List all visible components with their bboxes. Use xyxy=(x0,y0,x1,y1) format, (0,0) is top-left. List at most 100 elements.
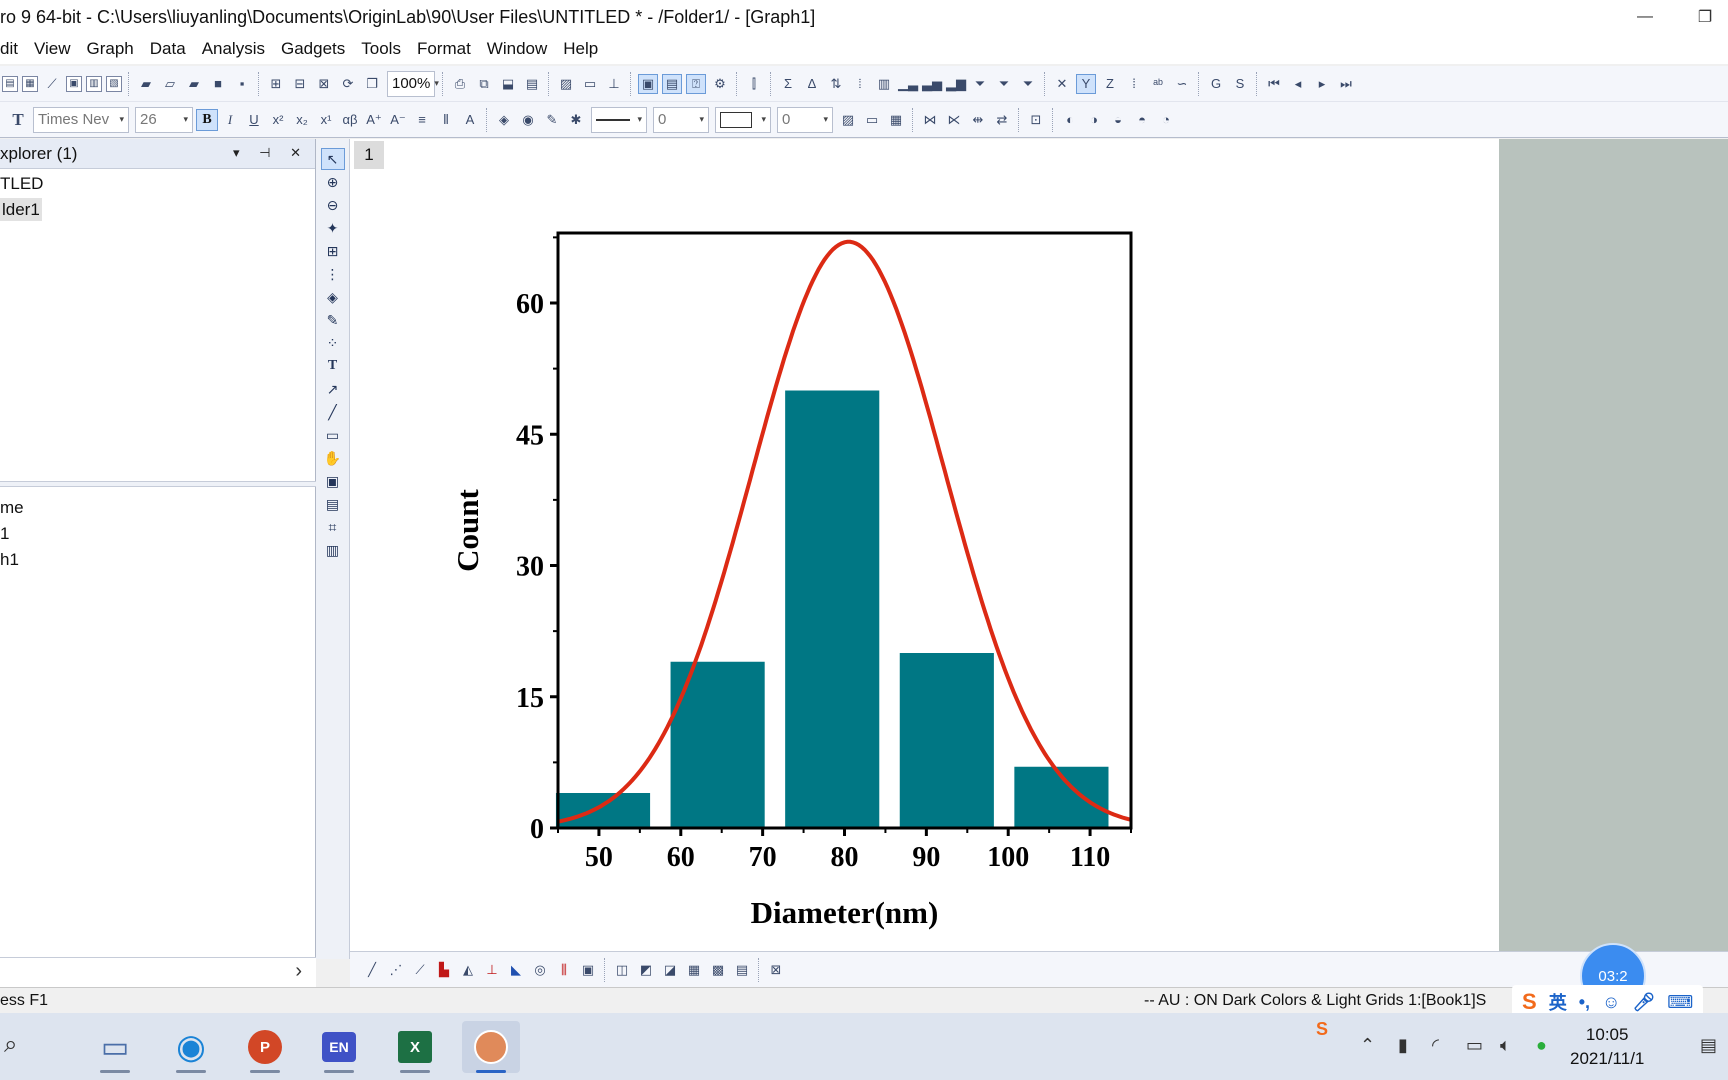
filter-clear-icon[interactable]: ⏷ xyxy=(994,74,1014,94)
speaker-muted-icon[interactable]: 🔈︎ xyxy=(1500,1035,1511,1056)
messages-log-icon[interactable]: ⍰ xyxy=(686,73,706,94)
text-tool-icon[interactable]: T xyxy=(321,355,345,377)
first-page-icon[interactable]: ⏮ xyxy=(1264,74,1284,94)
taskbar-app-computer[interactable]: ▭ xyxy=(86,1021,144,1073)
3d-surface-icon[interactable]: ◩ xyxy=(636,960,656,980)
menu-gadgets[interactable]: Gadgets xyxy=(273,39,353,59)
line-style-select[interactable]: ▾ xyxy=(591,106,647,133)
wechat-icon[interactable]: ● xyxy=(1536,1035,1547,1056)
tree-item-folder1[interactable]: lder1 xyxy=(0,197,315,223)
list-header-name[interactable]: me xyxy=(0,495,316,521)
search-icon[interactable]: ⌕ xyxy=(4,1031,17,1059)
open-template-icon[interactable]: ▱ xyxy=(160,74,180,94)
print-icon[interactable]: ⎙ xyxy=(450,74,470,94)
symbol-icon[interactable]: ✱ xyxy=(566,110,586,130)
microphone-icon[interactable]: 🎤︎ xyxy=(1632,992,1655,1013)
ungroup-objects-icon[interactable]: ◓ xyxy=(1132,110,1152,130)
align-objects-icon[interactable]: ◔ xyxy=(1156,110,1176,130)
system-clock[interactable]: 10:05 2021/11/1 xyxy=(1570,1023,1644,1071)
column-chart-icon[interactable]: ▂▆ xyxy=(946,74,966,94)
graph-page[interactable]: 50 60 70 80 90 100 110 0 15 30 45 60 Diameter(nm) … xyxy=(350,139,1499,951)
polar-plot-icon[interactable]: ◎ xyxy=(530,960,550,980)
increase-font-icon[interactable]: A⁺ xyxy=(364,110,384,130)
menu-view[interactable]: View xyxy=(26,39,79,59)
stock-plot-icon[interactable]: ⫼ xyxy=(554,960,574,980)
add-column-icon[interactable]: ⫿ xyxy=(744,74,764,94)
line-tool-icon[interactable]: ╱ xyxy=(321,401,345,423)
tree-item-project[interactable]: TLED xyxy=(0,171,315,197)
decrease-font-icon[interactable]: A⁻ xyxy=(388,110,408,130)
underline-icon[interactable]: U xyxy=(244,110,264,130)
ime-language[interactable]: 英 xyxy=(1549,989,1567,1015)
line-width-select[interactable]: 0 ▾ xyxy=(653,106,709,133)
column-plot-icon[interactable]: ▙ xyxy=(434,960,454,980)
next-page-icon[interactable]: ▸ xyxy=(1312,74,1332,94)
border-color-icon[interactable]: ◉ xyxy=(518,110,538,130)
save-template-icon[interactable]: ▪ xyxy=(232,74,252,94)
script-window-icon[interactable]: ▨ xyxy=(556,74,576,94)
statistics-icon[interactable]: Δ xyxy=(802,74,822,94)
menu-format[interactable]: Format xyxy=(409,39,479,59)
set-column-values-icon[interactable]: ⦙ xyxy=(850,74,870,94)
chevron-right-icon[interactable]: › xyxy=(295,960,302,983)
insert-table-icon[interactable]: ▤ xyxy=(321,493,345,515)
arrow-tool-icon[interactable]: ↗ xyxy=(321,378,345,400)
fill-area-icon[interactable]: ◣ xyxy=(506,960,526,980)
group-icon[interactable]: G xyxy=(1206,74,1226,94)
menu-analysis[interactable]: Analysis xyxy=(194,39,273,59)
italic-icon[interactable]: I xyxy=(220,110,240,130)
taskbar-app-edge[interactable]: ◉ xyxy=(162,1021,220,1073)
pointer-icon[interactable]: ↖ xyxy=(320,148,345,170)
swap-icon[interactable]: ⇄ xyxy=(992,110,1012,130)
layer-tab[interactable]: 1 xyxy=(354,141,384,169)
menu-edit[interactable]: dit xyxy=(0,39,26,59)
taskbar-app-powerpoint[interactable]: P xyxy=(236,1021,294,1073)
font-color-icon[interactable]: A xyxy=(460,110,480,130)
new-workbook-icon[interactable]: ▦ xyxy=(22,75,38,92)
rectangle-tool-icon[interactable]: ▭ xyxy=(321,424,345,446)
screen-reader-icon[interactable]: ✦ xyxy=(321,217,345,239)
list-item[interactable]: h1 xyxy=(0,547,316,573)
pattern-width-select[interactable]: 0 ▾ xyxy=(777,106,833,133)
new-matrix-icon[interactable]: ▣ xyxy=(66,75,82,92)
fill-pattern-select[interactable]: ▾ xyxy=(715,106,771,133)
microphone-tray-icon[interactable]: ▮ xyxy=(1398,1035,1408,1056)
code-builder-icon[interactable]: ⚙ xyxy=(710,74,730,94)
export-icon[interactable]: ⬓ xyxy=(498,74,518,94)
zoom-in-icon[interactable]: ⊕ xyxy=(321,171,345,193)
area-plot-icon[interactable]: ◭ xyxy=(458,960,478,980)
last-page-icon[interactable]: ⏭ xyxy=(1336,74,1356,94)
font-size-select[interactable]: 26 ▾ xyxy=(135,106,193,133)
import-multiple-icon[interactable]: ⊟ xyxy=(290,74,310,94)
menu-data[interactable]: Data xyxy=(142,39,194,59)
merge-icon[interactable]: ⋈ xyxy=(920,110,940,130)
matrix-plot-icon[interactable]: ▤ xyxy=(732,960,752,980)
taskbar-app-dictionary[interactable]: EN xyxy=(310,1021,368,1073)
panel-controls[interactable]: ▾ ⊣ ✕ xyxy=(233,145,309,161)
fill-column-icon[interactable]: ▥ xyxy=(874,74,894,94)
project-explorer-icon[interactable]: ▣ xyxy=(638,73,658,94)
border-icon[interactable]: ▭ xyxy=(862,110,882,130)
menu-help[interactable]: Help xyxy=(555,39,606,59)
merge-graphs-icon[interactable]: ⊠ xyxy=(766,960,786,980)
menu-window[interactable]: Window xyxy=(479,39,555,59)
filter-icon[interactable]: ⏷ xyxy=(970,74,990,94)
new-notes-icon[interactable]: ▧ xyxy=(106,75,122,92)
superscript-icon[interactable]: x² xyxy=(268,110,288,130)
bar-chart-icon[interactable]: ▁▃ xyxy=(898,74,918,94)
wifi-icon[interactable]: ◜ xyxy=(1432,1035,1439,1056)
menu-tools[interactable]: Tools xyxy=(353,39,409,59)
set-as-y-icon[interactable]: Y xyxy=(1076,73,1096,94)
sogou-tray-icon[interactable]: S xyxy=(1316,1019,1328,1040)
chevron-up-icon[interactable]: ⌃ xyxy=(1360,1035,1375,1056)
set-as-error-icon[interactable]: ⁞ xyxy=(1124,74,1144,94)
punctuation-icon[interactable]: •, xyxy=(1579,992,1590,1013)
set-disregard-icon[interactable]: ✕ xyxy=(1052,74,1072,94)
text-pattern-icon[interactable]: ⦀ xyxy=(436,110,456,130)
insert-equation-icon[interactable]: ⌗ xyxy=(321,516,345,538)
scatter-plot-icon[interactable]: ⋰ xyxy=(386,960,406,980)
table-icon[interactable]: ▦ xyxy=(886,110,906,130)
supersub-icon[interactable]: x¹ xyxy=(316,110,336,130)
box-plot-icon[interactable]: ⊥ xyxy=(482,960,502,980)
object-back-icon[interactable]: ◑ xyxy=(1084,110,1104,130)
